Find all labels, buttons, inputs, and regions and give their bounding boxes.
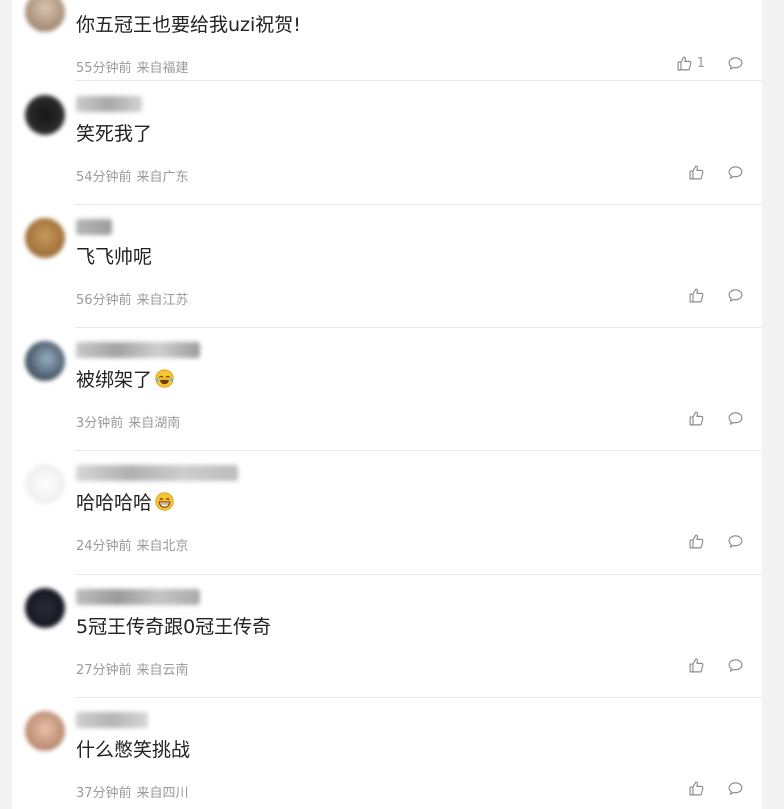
thumbs-up-icon [689,165,704,179]
divider [75,80,762,81]
username[interactable] [76,219,112,235]
comment-meta: 27分钟前 来自云南 [76,663,189,678]
comment-meta: 37分钟前 来自四川 [76,786,189,801]
comment-bubble-icon [728,56,743,70]
avatar[interactable] [25,218,65,258]
reply-button[interactable] [727,657,744,674]
comment-text: 你五冠王也要给我uzi祝贺! [76,14,301,36]
like-button[interactable] [688,287,705,304]
like-button[interactable] [688,533,705,550]
comment-item: 你五冠王也要给我uzi祝贺! 55分钟前 来自福建 1 [12,0,762,81]
thumbs-up-icon [689,288,704,302]
reply-button[interactable] [727,533,744,550]
avatar[interactable] [25,711,65,751]
username[interactable] [76,465,238,481]
like-button[interactable] [688,657,705,674]
username[interactable] [76,342,200,358]
comment-meta: 54分钟前 来自广东 [76,170,189,185]
comment-meta: 24分钟前 来自北京 [76,539,189,554]
username[interactable] [76,96,142,112]
avatar[interactable] [25,341,65,381]
laugh-cry-emoji [155,369,174,388]
comment-bubble-icon [728,658,743,672]
comment-text: 笑死我了 [76,123,153,145]
thumbs-up-icon [677,56,692,70]
thumbs-up-icon [689,534,704,548]
comment-item: 什么憋笑挑战 37分钟前 来自四川 [12,698,762,809]
comment-meta: 3分钟前 来自湖南 [76,416,181,431]
reply-button[interactable] [727,780,744,797]
reply-button[interactable] [727,164,744,181]
comment-item: 5冠王传奇跟0冠王传奇 27分钟前 来自云南 [12,575,762,698]
comment-text: 飞飞帅呢 [76,246,153,268]
username[interactable] [76,589,200,605]
comment-list: 你五冠王也要给我uzi祝贺! 55分钟前 来自福建 1 笑死我了 54分钟前 来自广… [12,0,762,809]
avatar[interactable] [25,0,65,32]
like-button[interactable] [688,780,705,797]
comment-text: 5冠王传奇跟0冠王传奇 [76,616,272,638]
like-button[interactable] [688,410,705,427]
thumbs-up-icon [689,411,704,425]
comment-item: 被绑架了 3分钟前 来自湖南 [12,328,762,451]
comment-bubble-icon [728,165,743,179]
grin-emoji [155,492,174,511]
username[interactable] [76,712,148,728]
comment-text: 被绑架了 [76,365,175,392]
avatar[interactable] [25,464,65,504]
comment-text: 哈哈哈哈 [76,488,175,515]
comment-item: 笑死我了 54分钟前 来自广东 [12,82,762,205]
comment-bubble-icon [728,781,743,795]
reply-button[interactable] [727,55,744,72]
thumbs-up-icon [689,658,704,672]
comment-bubble-icon [728,534,743,548]
comment-item: 哈哈哈哈 24分钟前 来自北京 [12,451,762,575]
like-count: 1 [696,55,705,71]
thumbs-up-icon [689,781,704,795]
avatar[interactable] [25,95,65,135]
like-button[interactable] [688,164,705,181]
like-button[interactable]: 1 [676,55,705,72]
reply-button[interactable] [727,410,744,427]
comment-bubble-icon [728,288,743,302]
comment-meta: 56分钟前 来自江苏 [76,293,189,308]
reply-button[interactable] [727,287,744,304]
comment-meta: 55分钟前 来自福建 [76,61,189,76]
comment-item: 飞飞帅呢 56分钟前 来自江苏 [12,205,762,328]
comment-bubble-icon [728,411,743,425]
avatar[interactable] [25,588,65,628]
comment-text: 什么憋笑挑战 [76,739,191,761]
